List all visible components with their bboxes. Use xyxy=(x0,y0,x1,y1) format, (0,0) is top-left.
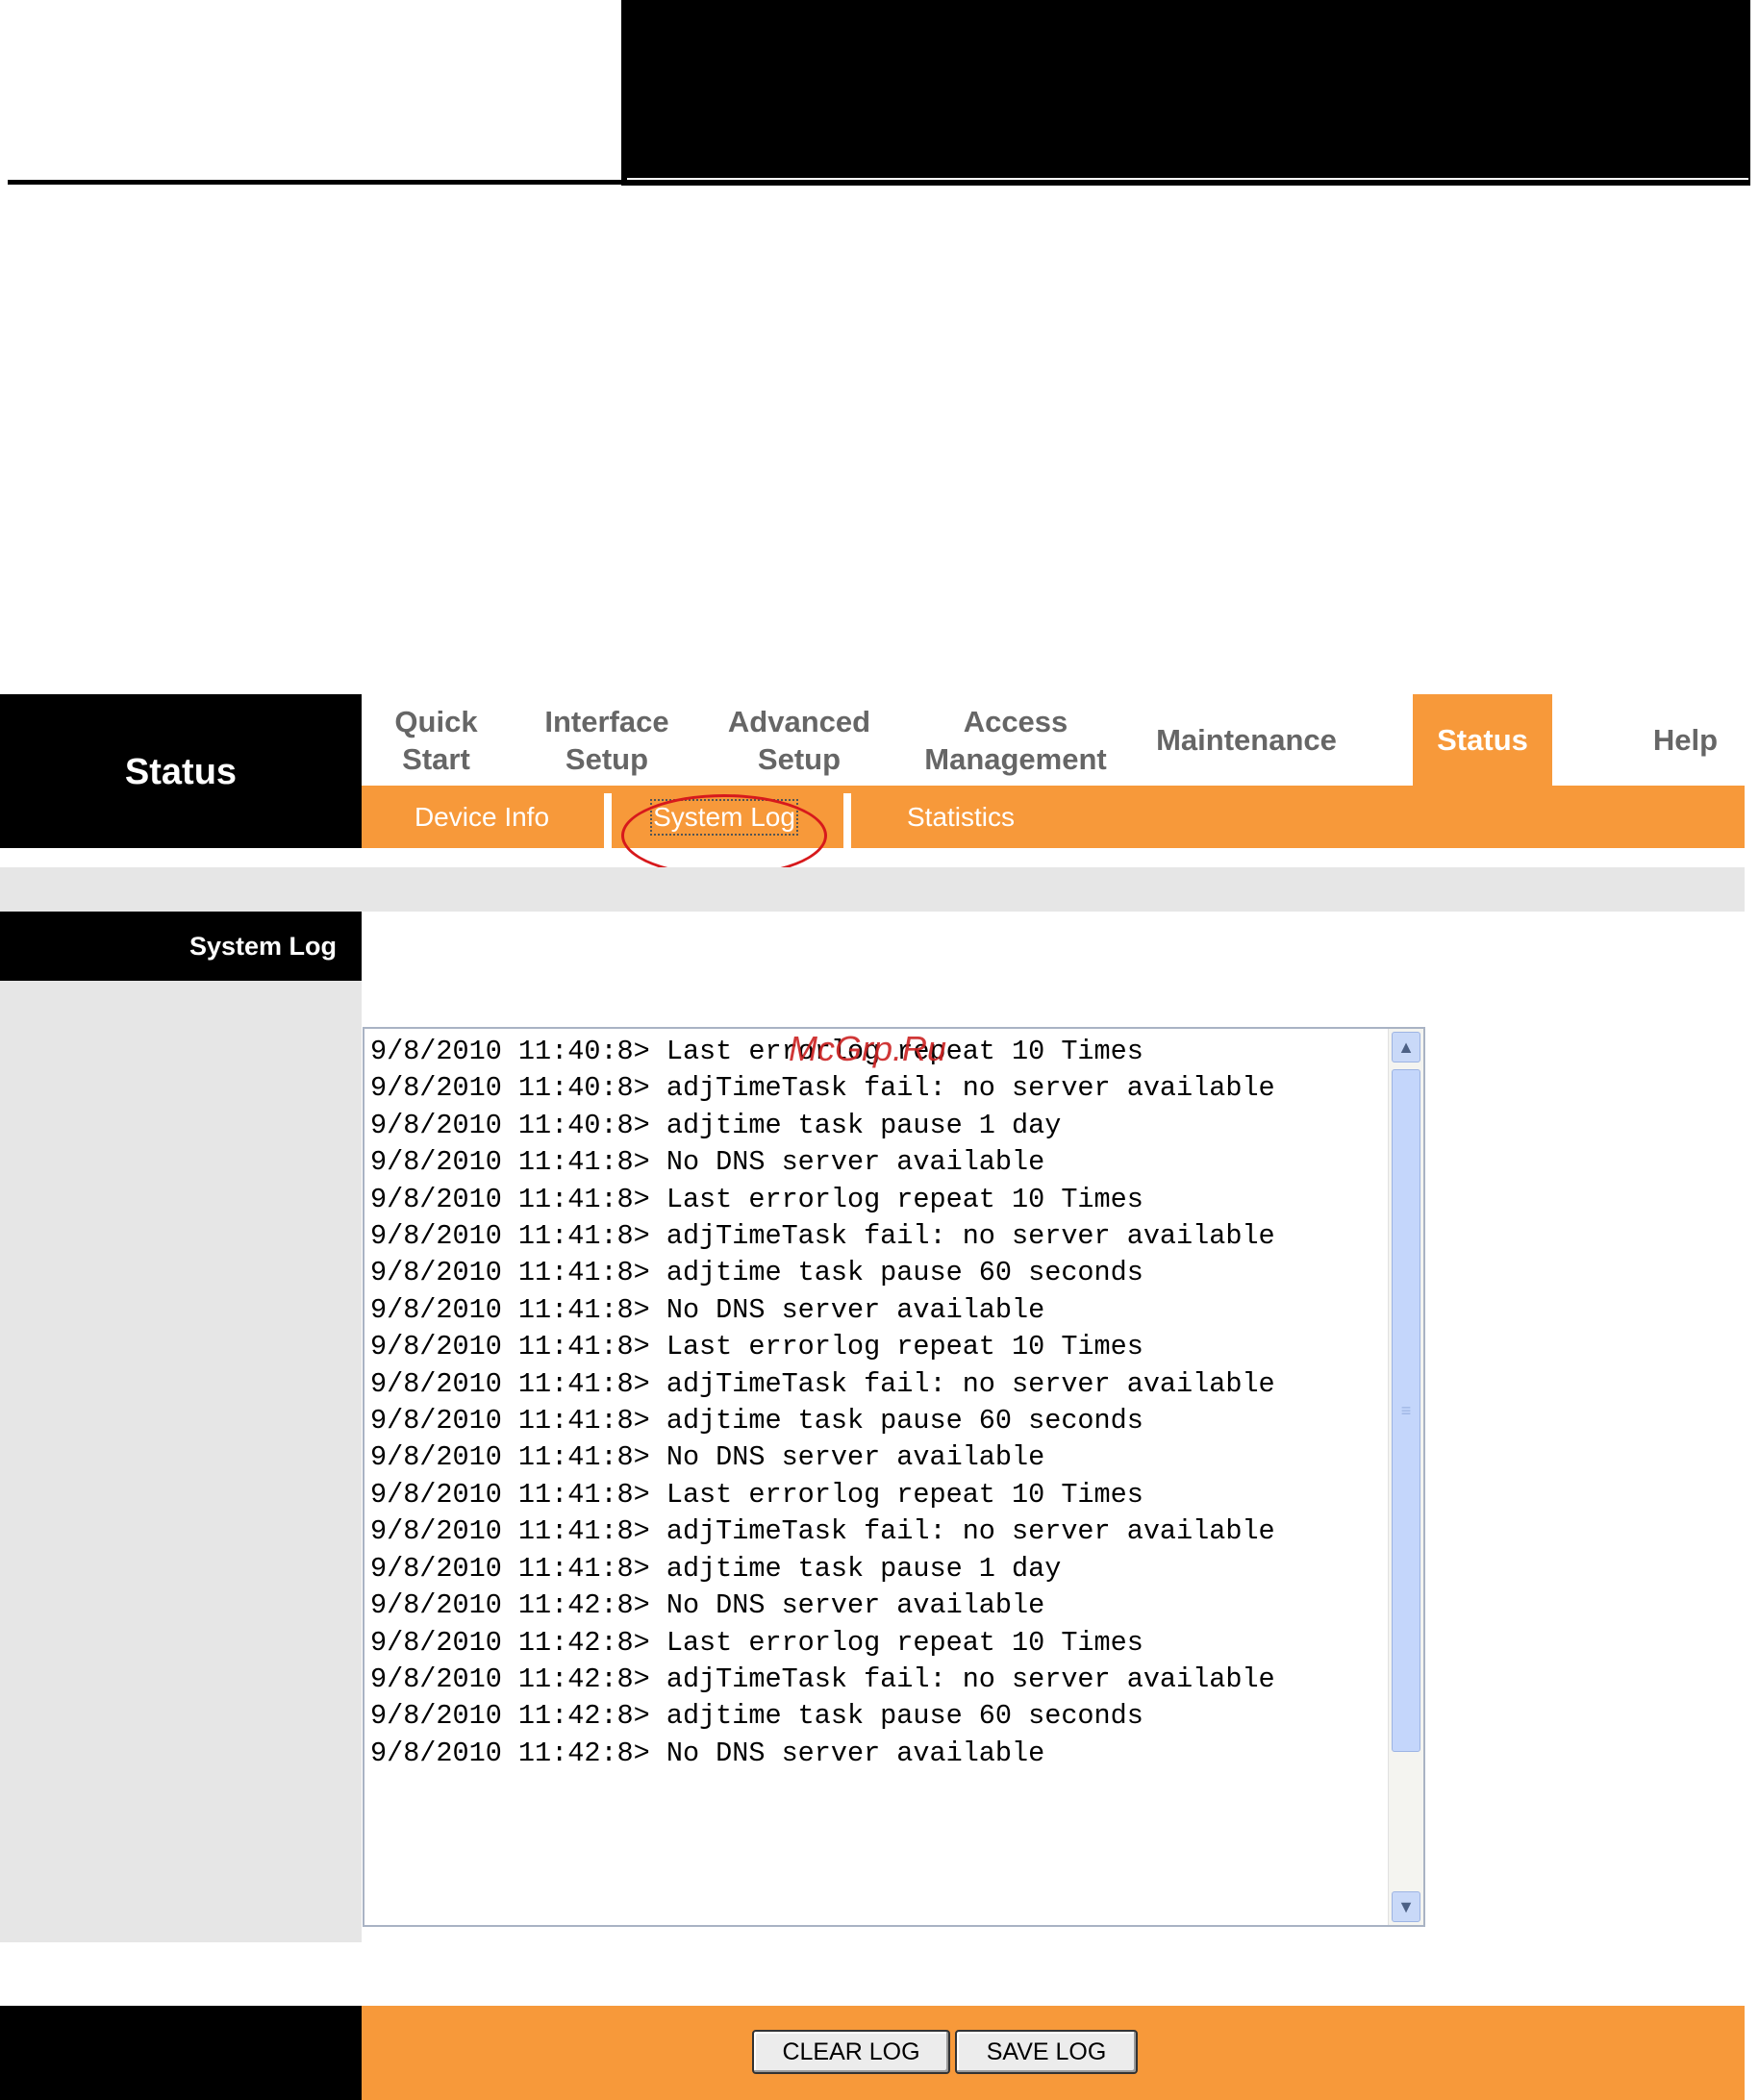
nav-access-management[interactable]: Access Management xyxy=(895,694,1136,786)
nav-maintenance[interactable]: Maintenance xyxy=(1136,694,1357,786)
nav-advanced-setup[interactable]: Advanced Setup xyxy=(703,694,895,786)
log-line: 9/8/2010 11:41:8> adjTimeTask fail: no s… xyxy=(370,1367,1275,1400)
router-ui: Status Quick Start Interface Setup Advan… xyxy=(0,694,1745,2100)
log-line: 9/8/2010 11:41:8> adjtime task pause 1 d… xyxy=(370,1552,1062,1585)
doc-header-black-block xyxy=(621,0,1750,181)
subnav-device-info-label: Device Info xyxy=(414,801,550,832)
section-title: System Log xyxy=(0,912,362,981)
save-log-button[interactable]: SAVE LOG xyxy=(955,2030,1138,2074)
log-line: 9/8/2010 11:42:8> No DNS server availabl… xyxy=(370,1589,1045,1622)
sidebar-panel xyxy=(0,981,362,1942)
doc-header-rule-left xyxy=(8,180,623,185)
content-divider-bar xyxy=(0,867,1745,912)
nav-status[interactable]: Status xyxy=(1413,694,1552,786)
log-line: 9/8/2010 11:41:8> adjTimeTask fail: no s… xyxy=(370,1515,1275,1548)
subnav-statistics[interactable]: Statistics xyxy=(855,786,1067,848)
log-line: 9/8/2010 11:41:8> Last errorlog repeat 1… xyxy=(370,1478,1143,1511)
chevron-up-icon[interactable]: ▲ xyxy=(1392,1032,1420,1062)
log-line: 9/8/2010 11:41:8> adjTimeTask fail: no s… xyxy=(370,1220,1275,1253)
log-content: 9/8/2010 11:40:8> Last errorlog repeat 1… xyxy=(370,1034,1385,1772)
log-line: 9/8/2010 11:41:8> No DNS server availabl… xyxy=(370,1441,1045,1474)
clear-log-button[interactable]: CLEAR LOG xyxy=(752,2030,950,2074)
log-line: 9/8/2010 11:40:8> adjtime task pause 1 d… xyxy=(370,1109,1062,1141)
watermark: McGrp.Ru xyxy=(789,1029,947,1068)
scroll-grip-icon: ≡ xyxy=(1400,1400,1412,1420)
annotation-highlight-ellipse xyxy=(621,794,827,877)
chevron-down-icon[interactable]: ▼ xyxy=(1392,1891,1420,1922)
log-line: 9/8/2010 11:42:8> adjtime task pause 60 … xyxy=(370,1700,1143,1733)
nav-interface-setup[interactable]: Interface Setup xyxy=(511,694,703,786)
log-line: 9/8/2010 11:40:8> adjTimeTask fail: no s… xyxy=(370,1072,1275,1105)
log-scrollbar[interactable]: ▲ ≡ ▼ xyxy=(1388,1029,1423,1925)
nav-help[interactable]: Help xyxy=(1626,694,1745,786)
subnav-separator xyxy=(843,793,851,848)
log-line: 9/8/2010 11:42:8> adjTimeTask fail: no s… xyxy=(370,1662,1275,1695)
top-nav: Quick Start Interface Setup Advanced Set… xyxy=(362,694,1745,786)
log-line: 9/8/2010 11:41:8> Last errorlog repeat 1… xyxy=(370,1331,1143,1363)
log-line: 9/8/2010 11:42:8> Last errorlog repeat 1… xyxy=(370,1626,1143,1659)
subnav-device-info[interactable]: Device Info xyxy=(362,786,602,848)
system-log-textarea[interactable]: 9/8/2010 11:40:8> Last errorlog repeat 1… xyxy=(363,1027,1425,1927)
doc-header-rule-right xyxy=(621,181,1750,186)
log-line: 9/8/2010 11:40:8> Last errorlog repeat 1… xyxy=(370,1036,1143,1067)
footer-left xyxy=(0,2006,362,2100)
subnav-statistics-label: Statistics xyxy=(906,801,1016,832)
doc-header-rule-white xyxy=(627,178,1748,180)
brand-title: Status xyxy=(0,694,362,848)
scroll-thumb[interactable]: ≡ xyxy=(1392,1069,1420,1752)
log-line: 9/8/2010 11:42:8> No DNS server availabl… xyxy=(370,1737,1045,1769)
sub-nav: Device Info System Log Statistics xyxy=(362,786,1745,848)
log-line: 9/8/2010 11:41:8> No DNS server availabl… xyxy=(370,1146,1045,1179)
log-line: 9/8/2010 11:41:8> Last errorlog repeat 1… xyxy=(370,1183,1143,1215)
nav-quick-start[interactable]: Quick Start xyxy=(362,694,511,786)
log-line: 9/8/2010 11:41:8> adjtime task pause 60 … xyxy=(370,1405,1143,1438)
log-line: 9/8/2010 11:41:8> adjtime task pause 60 … xyxy=(370,1257,1143,1289)
subnav-separator xyxy=(604,793,612,848)
log-line: 9/8/2010 11:41:8> No DNS server availabl… xyxy=(370,1293,1045,1326)
